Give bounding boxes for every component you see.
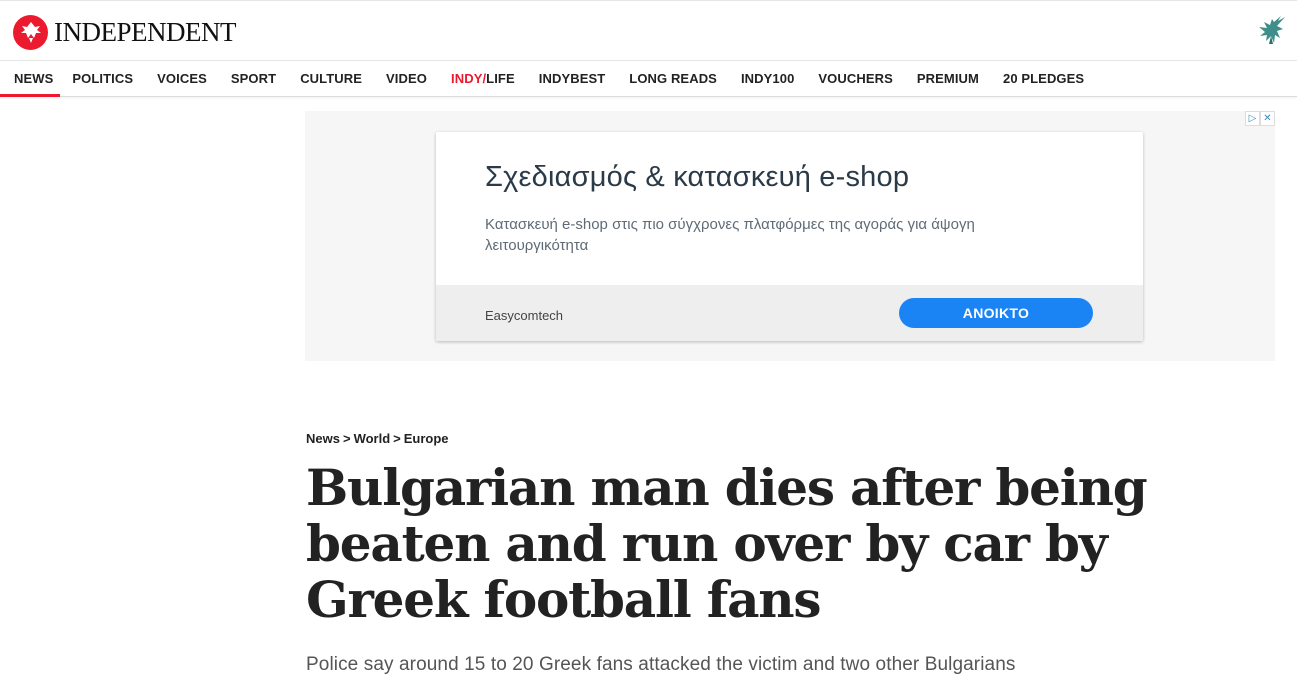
breadcrumb-news[interactable]: News: [306, 431, 340, 446]
breadcrumb-europe[interactable]: Europe: [404, 431, 449, 446]
ad-advertiser: Easycomtech: [485, 308, 564, 323]
main-nav: NEWS POLITICS VOICES SPORT CULTURE VIDEO…: [0, 61, 1297, 97]
logo-wordmark: INDEPENDENT: [54, 16, 236, 47]
breadcrumb-separator: >: [342, 431, 351, 446]
ad-card[interactable]: Σχεδιασμός & κατασκευή e-shop Κατασκευή …: [436, 132, 1143, 341]
site-header: INDEPENDENT: [0, 0, 1297, 61]
nav-item-culture[interactable]: CULTURE: [288, 61, 374, 96]
site-logo[interactable]: INDEPENDENT: [13, 14, 236, 50]
ad-footer: Easycomtech ΑΝΟΙΚΤΟ: [436, 285, 1143, 341]
nav-item-long-reads[interactable]: LONG READS: [617, 61, 729, 96]
nav-item-indylife[interactable]: INDY/LIFE: [439, 61, 527, 96]
nav-item-20-pledges[interactable]: 20 PLEDGES: [991, 61, 1096, 96]
nav-item-premium[interactable]: PREMIUM: [905, 61, 991, 96]
nav-item-politics[interactable]: POLITICS: [60, 61, 145, 96]
ad-choices: ▷ ✕: [1245, 111, 1275, 126]
eagle-icon[interactable]: [1254, 13, 1288, 47]
nav-item-indybest[interactable]: INDYBEST: [527, 61, 618, 96]
breadcrumb-world[interactable]: World: [354, 431, 391, 446]
nav-item-video[interactable]: VIDEO: [374, 61, 439, 96]
nav-item-indy100[interactable]: INDY100: [729, 61, 806, 96]
breadcrumb: News > World > Europe: [306, 431, 449, 446]
nav-item-sport[interactable]: SPORT: [219, 61, 288, 96]
article-headline: Bulgarian man dies after being beaten an…: [306, 458, 1148, 629]
eagle-icon: [13, 14, 48, 50]
nav-item-voices[interactable]: VOICES: [145, 61, 219, 96]
close-icon[interactable]: ✕: [1260, 111, 1275, 126]
ad-open-button[interactable]: ΑΝΟΙΚΤΟ: [899, 298, 1093, 328]
nav-item-vouchers[interactable]: VOUCHERS: [806, 61, 904, 96]
article-standfirst: Police say around 15 to 20 Greek fans at…: [306, 654, 1016, 675]
advertisement: ▷ ✕ Σχεδιασμός & κατασκευή e-shop Κατασκ…: [305, 111, 1275, 361]
adchoices-icon[interactable]: ▷: [1245, 111, 1260, 126]
ad-title[interactable]: Σχεδιασμός & κατασκευή e-shop: [485, 161, 909, 194]
breadcrumb-separator: >: [393, 431, 401, 446]
nav-item-news[interactable]: NEWS: [0, 61, 61, 97]
ad-description: Κατασκευή e-shop στις πιο σύγχρονες πλατ…: [485, 216, 975, 254]
